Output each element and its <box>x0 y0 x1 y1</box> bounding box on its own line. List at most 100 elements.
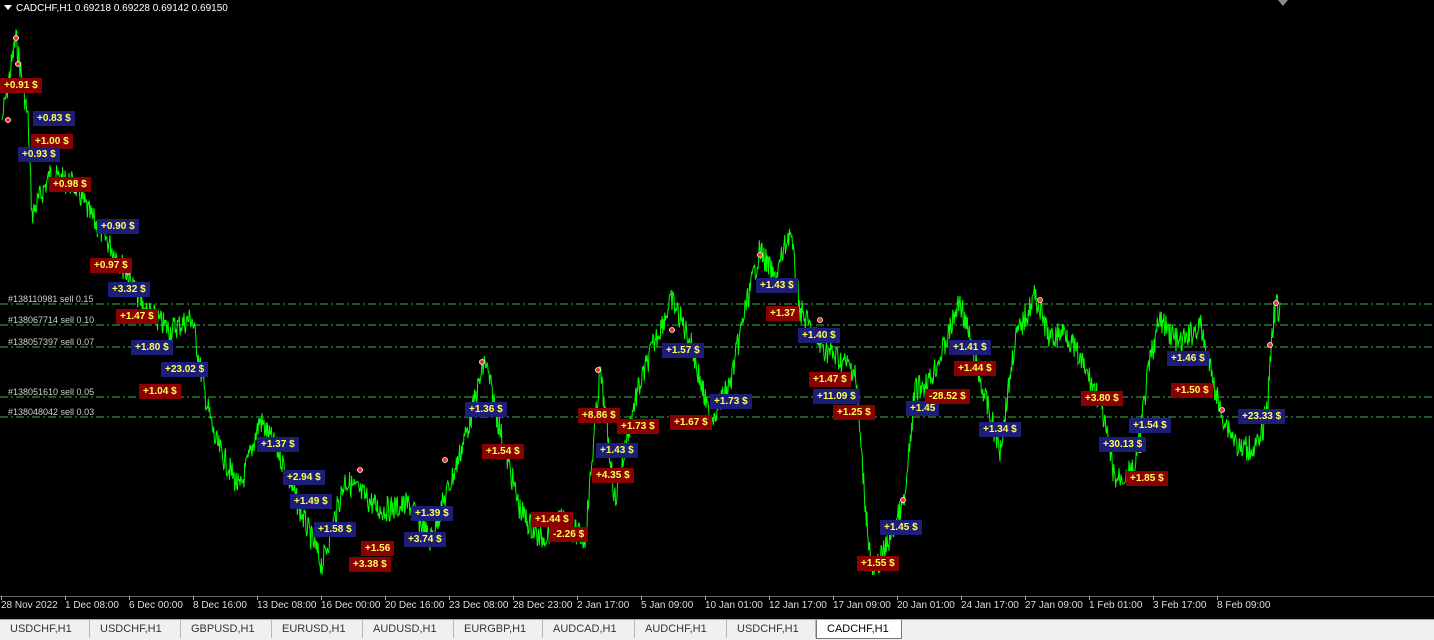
time-tick: 23 Dec 08:00 <box>449 596 509 611</box>
order-line-label: #138067714 sell 0.10 <box>8 315 95 325</box>
profit-tag: +1.56 <box>361 541 395 556</box>
trade-marker <box>595 367 601 373</box>
trade-marker <box>757 252 763 258</box>
profit-tag: +1.57 $ <box>662 343 704 358</box>
time-tick: 10 Jan 01:00 <box>705 596 763 611</box>
trade-marker <box>357 467 363 473</box>
profit-tag: +1.44 $ <box>531 512 573 527</box>
order-line-label: #138057397 sell 0.07 <box>8 337 95 347</box>
profit-tag: +0.90 $ <box>97 219 139 234</box>
profit-tag: +3.80 $ <box>1081 391 1123 406</box>
trade-marker <box>1219 407 1225 413</box>
order-line-label: #138051610 sell 0.05 <box>8 387 95 397</box>
time-tick: 8 Dec 16:00 <box>193 596 247 611</box>
order-line-label: #138110981 sell 0.15 <box>8 294 94 304</box>
symbol-quote: CADCHF,H1 0.69218 0.69228 0.69142 0.6915… <box>16 3 228 14</box>
time-tick: 20 Dec 16:00 <box>385 596 445 611</box>
time-tick: 2 Jan 17:00 <box>577 596 630 611</box>
profit-tag: +1.55 $ <box>857 556 899 571</box>
tab-audusd-h1[interactable]: AUDUSD,H1 <box>363 620 454 638</box>
profit-tag: +30.13 $ <box>1099 437 1147 452</box>
price-chart[interactable] <box>0 0 1434 596</box>
profit-tag: +8.86 $ <box>578 408 620 423</box>
profit-tag: +1.37 $ <box>257 437 299 452</box>
time-tick: 12 Jan 17:00 <box>769 596 827 611</box>
profit-tag: +1.41 $ <box>949 340 991 355</box>
time-tick: 3 Feb 17:00 <box>1153 596 1207 611</box>
profit-tag: +0.91 $ <box>0 78 42 93</box>
profit-tag: +0.97 $ <box>90 258 132 273</box>
profit-tag: +1.04 $ <box>139 384 181 399</box>
profit-tag: +1.46 $ <box>1167 351 1209 366</box>
price-line <box>1 28 1281 576</box>
profit-tag: +1.39 $ <box>411 506 453 521</box>
trade-marker <box>817 317 823 323</box>
profit-tag: +3.38 $ <box>349 557 391 572</box>
profit-tag: +0.93 $ <box>18 147 60 162</box>
trade-marker <box>669 327 675 333</box>
profit-tag: -2.26 $ <box>549 527 589 542</box>
profit-tag: +1.80 $ <box>131 340 173 355</box>
tab-usdchf-h1[interactable]: USDCHF,H1 <box>727 620 816 638</box>
tab-eurusd-h1[interactable]: EURUSD,H1 <box>272 620 363 638</box>
profit-tag: +1.37 <box>766 306 800 321</box>
profit-tag: +3.74 $ <box>404 532 446 547</box>
profit-tag: +1.40 $ <box>798 328 840 343</box>
profit-tag: +1.43 $ <box>596 443 638 458</box>
tab-audcad-h1[interactable]: AUDCAD,H1 <box>543 620 635 638</box>
chart-area[interactable]: CADCHF,H1 0.69218 0.69228 0.69142 0.6915… <box>0 0 1434 596</box>
profit-tag: +1.54 $ <box>1129 418 1171 433</box>
profit-tag: +1.45 $ <box>880 520 922 535</box>
trade-marker <box>1037 297 1043 303</box>
profit-tag: +4.35 $ <box>592 468 634 483</box>
trade-marker <box>1273 300 1279 306</box>
scroll-marker-icon[interactable] <box>1278 0 1288 6</box>
profit-tag: +1.49 $ <box>290 494 332 509</box>
profit-tag: +23.33 $ <box>1238 409 1286 424</box>
profit-tag: +1.44 $ <box>954 361 996 376</box>
tab-cadchf-h1[interactable]: CADCHF,H1 <box>816 620 902 639</box>
chart-tab-bar: USDCHF,H1 USDCHF,H1 GBPUSD,H1 EURUSD,H1 … <box>0 619 1434 640</box>
time-tick: 8 Feb 09:00 <box>1217 596 1271 611</box>
chart-header: CADCHF,H1 0.69218 0.69228 0.69142 0.6915… <box>4 3 228 15</box>
profit-tag: +1.50 $ <box>1171 383 1213 398</box>
time-tick: 24 Jan 17:00 <box>961 596 1019 611</box>
trade-marker <box>5 117 11 123</box>
time-tick: 28 Nov 2022 <box>1 596 58 611</box>
profit-tag: +1.73 $ <box>710 394 752 409</box>
profit-tag: +1.73 $ <box>617 419 659 434</box>
tab-usdchf-h1[interactable]: USDCHF,H1 <box>90 620 181 638</box>
time-tick: 6 Dec 00:00 <box>129 596 183 611</box>
profit-tag: +1.34 $ <box>979 422 1021 437</box>
profit-tag: +1.47 $ <box>116 309 158 324</box>
tab-usdchf-h1[interactable]: USDCHF,H1 <box>0 620 90 638</box>
profit-tag: +1.43 $ <box>756 278 798 293</box>
time-tick: 28 Dec 23:00 <box>513 596 573 611</box>
profit-tag: +0.98 $ <box>49 177 91 192</box>
profit-tag: +1.67 $ <box>670 415 712 430</box>
order-line-label: #138048042 sell 0.03 <box>8 407 95 417</box>
time-axis[interactable]: 28 Nov 2022 1 Dec 08:00 6 Dec 00:00 8 De… <box>0 596 1434 619</box>
profit-tag: +23.02 $ <box>161 362 209 377</box>
trade-marker <box>900 497 906 503</box>
profit-tag: +0.83 $ <box>33 111 75 126</box>
profit-tag: +1.85 $ <box>1126 471 1168 486</box>
tab-gbpusd-h1[interactable]: GBPUSD,H1 <box>181 620 272 638</box>
profit-tag: +3.32 $ <box>108 282 150 297</box>
tab-audchf-h1[interactable]: AUDCHF,H1 <box>635 620 727 638</box>
trade-marker <box>13 35 19 41</box>
time-tick: 13 Dec 08:00 <box>257 596 317 611</box>
profit-tag: -28.52 $ <box>925 389 970 404</box>
time-tick: 1 Dec 08:00 <box>65 596 119 611</box>
time-tick: 27 Jan 09:00 <box>1025 596 1083 611</box>
profit-tag: +1.54 $ <box>482 444 524 459</box>
dropdown-triangle-icon[interactable] <box>4 5 12 10</box>
profit-tag: +1.58 $ <box>314 522 356 537</box>
trade-marker <box>15 61 21 67</box>
trade-marker <box>442 457 448 463</box>
time-tick: 5 Jan 09:00 <box>641 596 694 611</box>
profit-tag: +11.09 $ <box>813 389 860 404</box>
time-tick: 20 Jan 01:00 <box>897 596 955 611</box>
tab-eurgbp-h1[interactable]: EURGBP,H1 <box>454 620 543 638</box>
profit-tag: +1.36 $ <box>465 402 507 417</box>
